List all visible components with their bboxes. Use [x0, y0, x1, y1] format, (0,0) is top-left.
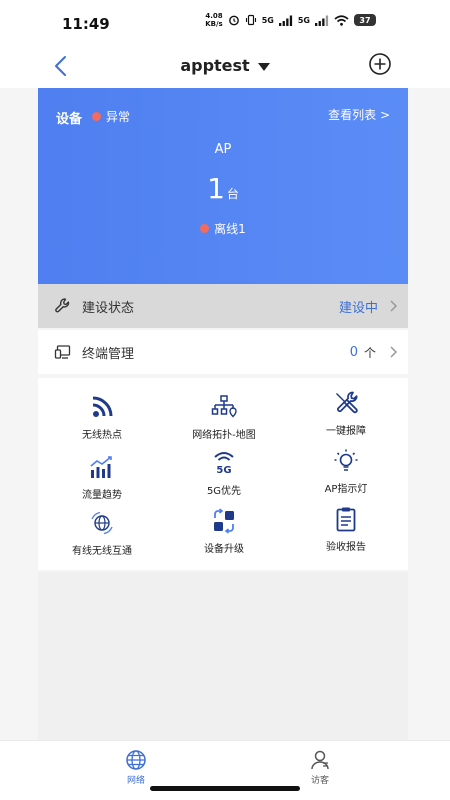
- device-status-text: 异常: [106, 110, 131, 124]
- grid-item-topology[interactable]: 网络拓扑-地图: [162, 394, 286, 441]
- grid-item-label: 一键报障: [326, 426, 366, 437]
- grid-item-label: 流量趋势: [82, 490, 122, 501]
- alarm-icon: [228, 15, 239, 26]
- topology-icon: [211, 395, 237, 418]
- build-status-value: 建设中: [338, 300, 378, 316]
- globe-sync-icon: [91, 511, 113, 535]
- view-list-link[interactable]: 查看列表 >: [328, 106, 390, 123]
- terminal-unit: 个: [363, 345, 376, 360]
- bulb-icon: [334, 449, 358, 471]
- grid-item-label: 验收报告: [326, 542, 366, 553]
- feature-grid: 无线热点 网络拓扑-地图 一键报障 流量趋势 5G 5G优先 AP指示灯 有线无…: [38, 378, 408, 570]
- svg-text:5G: 5G: [216, 465, 231, 476]
- status-bar: 11:49 4.08 KB/s 5G 5G 37: [0, 0, 450, 44]
- grid-item-label: 无线热点: [82, 430, 122, 441]
- signal-5g-1: 5G: [261, 15, 274, 25]
- alert-dot: [92, 112, 101, 121]
- grid-item-label: 网络拓扑-地图: [192, 430, 256, 441]
- terminal-label: 终端管理: [82, 346, 135, 362]
- device-status: 异常: [92, 108, 130, 125]
- device-count-unit: 台: [226, 187, 239, 201]
- tab-label: 网络: [126, 776, 145, 786]
- device-label: 设备: [56, 112, 83, 127]
- grid-item-label: 有线无线互通: [72, 546, 132, 557]
- status-time: 11:49: [62, 15, 110, 33]
- vibrate-icon: [245, 14, 256, 26]
- clipboard-icon: [336, 507, 356, 532]
- grid-item-label: 设备升级: [204, 544, 244, 555]
- wrench-icon: [55, 298, 70, 313]
- grid-item-traffic-trend[interactable]: 流量趋势: [40, 454, 164, 501]
- grid-item-label: AP指示灯: [324, 484, 368, 495]
- net-speed-unit: KB/s: [205, 20, 223, 28]
- chevron-right-icon: [390, 346, 398, 358]
- home-indicator[interactable]: [150, 786, 300, 791]
- visitor-icon: [311, 750, 329, 770]
- signal-bars-2-icon: [315, 15, 329, 26]
- device-count-value: 1: [207, 172, 225, 205]
- offline-text: 离线1: [214, 222, 246, 236]
- grid-item-ap-indicator[interactable]: AP指示灯: [284, 448, 408, 495]
- plus-circle-icon[interactable]: [368, 52, 392, 76]
- build-status-label: 建设状态: [82, 300, 135, 316]
- nav-header: apptest: [0, 44, 450, 88]
- offline-count[interactable]: 离线1: [38, 220, 408, 237]
- build-status-row[interactable]: 建设状态 建设中: [38, 284, 408, 328]
- page-title: apptest: [180, 56, 250, 75]
- tab-network[interactable]: 网络: [106, 749, 166, 786]
- bottom-tab-bar: 网络 访客: [0, 740, 450, 800]
- device-type: AP: [214, 142, 232, 157]
- offline-dot: [200, 224, 210, 233]
- grid-item-wifi-hotspot[interactable]: 无线热点: [40, 394, 164, 441]
- grid-item-5g-priority[interactable]: 5G 5G优先: [162, 450, 286, 497]
- status-icons: 4.08 KB/s 5G 5G 37: [205, 12, 376, 28]
- tab-label: 访客: [310, 776, 329, 786]
- signal-bars-icon: [278, 15, 292, 26]
- device-count: 1台: [38, 172, 408, 205]
- battery-indicator: 37: [354, 14, 376, 26]
- terminal-management-row[interactable]: 终端管理 0 个: [38, 330, 408, 374]
- wifi-hotspot-icon: [92, 396, 113, 417]
- grid-item-wired-wireless[interactable]: 有线无线互通: [40, 510, 164, 557]
- net-speed-value: 4.08: [205, 12, 223, 20]
- phone-screen: 11:49 4.08 KB/s 5G 5G 37 apptest 设备 异常 查…: [0, 0, 450, 800]
- caret-down-icon: [257, 62, 270, 71]
- tools-icon: [336, 391, 358, 414]
- net-speed: 4.08 KB/s: [205, 12, 222, 28]
- grid-item-device-upgrade[interactable]: 设备升级: [162, 508, 286, 555]
- globe-icon: [126, 750, 146, 770]
- terminal-icon: [54, 345, 71, 359]
- grid-item-acceptance-report[interactable]: 验收报告: [284, 506, 408, 553]
- device-summary-card: 设备 异常 查看列表 > AP 1台 离线1: [38, 88, 408, 284]
- tab-visitor[interactable]: 访客: [290, 749, 350, 786]
- empty-content-area: [38, 572, 408, 740]
- 5g-icon: 5G: [214, 452, 234, 476]
- grid-item-one-click-report[interactable]: 一键报障: [284, 390, 408, 437]
- upgrade-icon: [214, 508, 234, 534]
- grid-item-label: 5G优先: [206, 486, 242, 497]
- signal-5g-2: 5G: [297, 15, 310, 25]
- terminal-count: 0: [349, 344, 358, 360]
- traffic-trend-icon: [90, 456, 112, 478]
- chevron-right-icon: [390, 300, 398, 312]
- wifi-status-icon: [334, 14, 349, 26]
